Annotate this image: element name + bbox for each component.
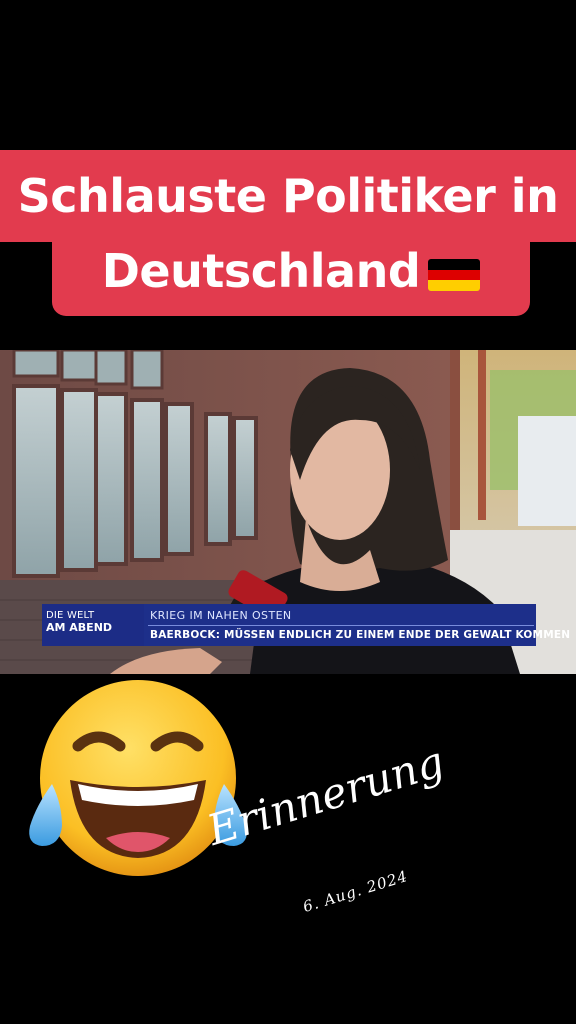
video-frame[interactable]: DIE WELT AM ABEND KRIEG IM NAHEN OSTEN B… xyxy=(0,350,576,674)
channel-logo: DIE WELT AM ABEND xyxy=(42,604,144,646)
german-flag-icon xyxy=(428,259,481,291)
news-headline: BAERBOCK: MÜSSEN ENDLICH ZU EINEM ENDE D… xyxy=(150,629,571,641)
channel-logo-line-2: AM ABEND xyxy=(46,621,113,634)
headline-divider xyxy=(148,625,534,626)
title-line-2-text: Deutschland xyxy=(101,244,421,298)
title-line-1-text: Schlauste Politiker in xyxy=(17,169,559,223)
title-banner-line-1: Schlauste Politiker in xyxy=(0,150,576,242)
news-topic: KRIEG IM NAHEN OSTEN xyxy=(150,609,292,622)
reminder-date: 6. Aug. 2024 xyxy=(300,866,411,916)
channel-logo-line-1: DIE WELT xyxy=(46,610,95,621)
title-banner-line-2: Deutschland xyxy=(52,238,530,316)
news-lower-third: DIE WELT AM ABEND KRIEG IM NAHEN OSTEN B… xyxy=(42,604,570,646)
